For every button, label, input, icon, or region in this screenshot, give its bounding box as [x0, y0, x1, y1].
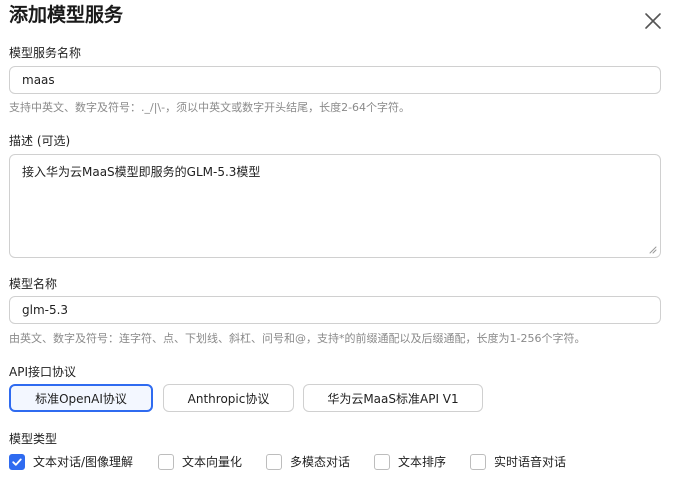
model-type-option-chat[interactable]: 文本对话/图像理解: [9, 453, 133, 471]
model-name-label: 模型名称: [9, 277, 58, 291]
description-label: 描述 (可选): [9, 134, 71, 148]
model-type-option-label: 文本对话/图像理解: [33, 455, 134, 469]
service-name-input[interactable]: [9, 66, 661, 94]
resize-grip-icon: [649, 246, 657, 254]
model-type-option-realtime-voice[interactable]: 实时语音对话: [470, 453, 566, 471]
model-name-hint: 由英文、数字及符号：连字符、点、下划线、斜杠、问号和@，支持*的前缀通配以及后缀…: [9, 332, 586, 345]
model-type-option-label: 文本排序: [398, 455, 447, 469]
close-icon: [645, 13, 661, 29]
protocol-option-anthropic[interactable]: Anthropic协议: [163, 384, 294, 412]
model-type-option-label: 文本向量化: [182, 455, 243, 469]
checkbox-unchecked[interactable]: [158, 454, 174, 470]
checkmark-icon: [12, 458, 22, 466]
api-protocol-label: API接口协议: [9, 365, 76, 379]
description-textarea[interactable]: 接入华为云MaaS模型即服务的GLM-5.3模型: [10, 155, 660, 257]
model-type-option-embedding[interactable]: 文本向量化: [158, 453, 242, 471]
protocol-option-openai[interactable]: 标准OpenAI协议: [9, 384, 153, 412]
protocol-option-huawei-maas[interactable]: 华为云MaaS标准API V1: [303, 384, 483, 412]
model-type-option-label: 多模态对话: [290, 455, 351, 469]
model-type-option-multimodal[interactable]: 多模态对话: [266, 453, 350, 471]
checkbox-unchecked[interactable]: [266, 454, 282, 470]
service-name-hint: 支持中英文、数字及符号：._/|\-，须以中英文或数字开头结尾，长度2-64个字…: [9, 101, 411, 114]
model-type-option-label: 实时语音对话: [494, 455, 567, 469]
close-button[interactable]: [641, 9, 665, 33]
model-name-input[interactable]: [9, 296, 661, 324]
checkbox-unchecked[interactable]: [470, 454, 486, 470]
description-field: 接入华为云MaaS模型即服务的GLM-5.3模型: [9, 154, 661, 258]
model-type-option-rerank[interactable]: 文本排序: [374, 453, 446, 471]
model-type-label: 模型类型: [9, 432, 58, 446]
dialog-title: 添加模型服务: [9, 4, 124, 26]
service-name-label: 模型服务名称: [9, 46, 82, 60]
checkbox-checked[interactable]: [9, 454, 25, 470]
checkbox-unchecked[interactable]: [374, 454, 390, 470]
resize-handle[interactable]: [648, 245, 657, 254]
